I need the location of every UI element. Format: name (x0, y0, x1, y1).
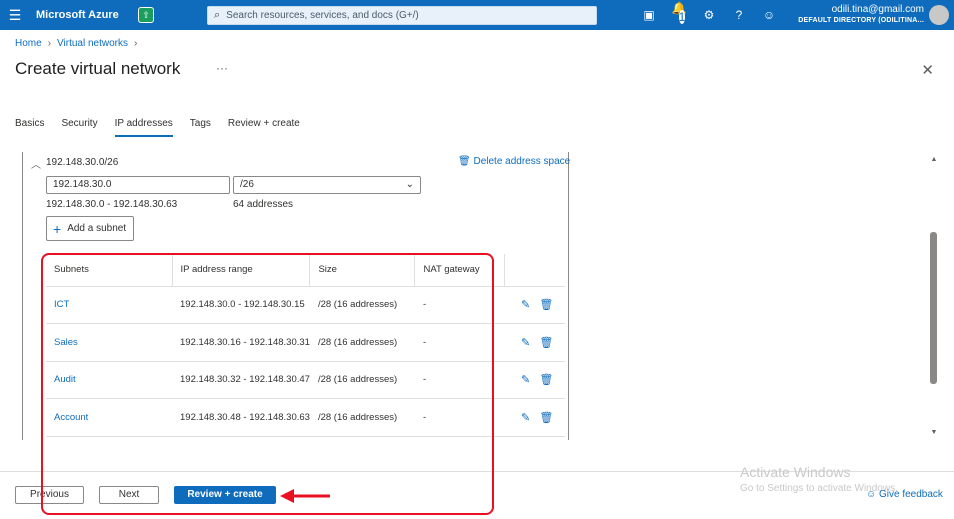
notification-badge: 1 (678, 10, 686, 24)
tab-basics[interactable]: Basics (15, 118, 44, 137)
upgrade-icon[interactable]: ⇧ (138, 7, 154, 23)
column-header-actions (504, 254, 565, 287)
plus-icon: + (53, 220, 62, 237)
page-title: Create virtual network (15, 59, 181, 78)
chevron-down-icon: ⌄ (405, 179, 414, 190)
edit-icon[interactable]: ✎ (521, 337, 530, 349)
delete-address-space-label: Delete address space (473, 156, 571, 167)
address-space-title: 192.148.30.0/26 (46, 157, 119, 168)
edit-icon[interactable]: ✎ (521, 374, 530, 386)
prefix-select[interactable]: /26 ⌄ (233, 176, 421, 194)
tab-bar: Basics Security IP addresses Tags Review… (15, 118, 317, 137)
account-menu[interactable]: odili.tina@gmail.com DEFAULT DIRECTORY (… (798, 4, 924, 26)
feedback-icon: ☺ (866, 489, 877, 500)
help-icon[interactable]: ? (730, 8, 748, 22)
search-input[interactable]: ⌕ Search resources, services, and docs (… (207, 6, 597, 25)
trash-icon[interactable]: 🗑 (539, 337, 553, 349)
address-count-text: 64 addresses (233, 199, 294, 210)
tab-tags[interactable]: Tags (190, 118, 211, 137)
feedback-icon[interactable]: ☺ (760, 8, 778, 22)
settings-icon[interactable]: ⚙ (700, 8, 718, 22)
give-feedback-label: Give feedback (879, 489, 943, 500)
annotation-highlight-box (41, 253, 494, 515)
scroll-down-icon[interactable]: ▼ (927, 429, 941, 436)
scroll-up-icon[interactable]: ▲ (927, 156, 941, 163)
notifications-icon[interactable]: 🔔1 (670, 1, 688, 29)
breadcrumb: Home › Virtual networks › (15, 38, 137, 49)
edit-icon[interactable]: ✎ (521, 299, 530, 311)
edit-icon[interactable]: ✎ (521, 412, 530, 424)
brand-label[interactable]: Microsoft Azure (36, 9, 132, 21)
trash-icon: 🗑 (458, 156, 471, 167)
trash-icon[interactable]: 🗑 (539, 412, 553, 424)
close-icon[interactable]: ✕ (921, 61, 934, 79)
cloud-shell-icon[interactable]: ▣ (640, 8, 658, 22)
account-directory: DEFAULT DIRECTORY (ODILITINA... (798, 17, 924, 24)
section-border (568, 152, 569, 440)
hamburger-icon[interactable]: ☰ (0, 0, 30, 30)
account-email: odili.tina@gmail.com (831, 4, 924, 15)
chevron-right-icon: › (134, 38, 138, 49)
breadcrumb-virtual-networks[interactable]: Virtual networks (57, 38, 128, 49)
address-input[interactable]: 192.148.30.0 (46, 176, 230, 194)
delete-address-space-link[interactable]: 🗑 Delete address space (458, 156, 570, 167)
chevron-right-icon: › (47, 38, 52, 49)
watermark-line1: Activate Windows (740, 464, 851, 480)
trash-icon[interactable]: 🗑 (539, 299, 553, 311)
trash-icon[interactable]: 🗑 (539, 374, 553, 386)
top-bar: ☰ Microsoft Azure ⇧ ⌕ Search resources, … (0, 0, 954, 30)
chevron-up-icon[interactable]: ︿ (31, 156, 41, 171)
prefix-value: /26 (240, 179, 254, 190)
add-subnet-label: Add a subnet (67, 223, 127, 234)
address-range-text: 192.148.30.0 - 192.148.30.63 (46, 199, 178, 210)
tab-security[interactable]: Security (61, 118, 97, 137)
vertical-scrollbar[interactable]: ▲ ▼ (927, 152, 941, 440)
search-placeholder: Search resources, services, and docs (G+… (226, 10, 419, 21)
annotation-arrow-icon (280, 489, 330, 503)
scrollbar-thumb[interactable] (930, 232, 937, 384)
section-border (22, 152, 23, 440)
more-options-icon[interactable]: ··· (216, 61, 228, 75)
breadcrumb-home[interactable]: Home (15, 38, 42, 49)
tab-review-create[interactable]: Review + create (228, 118, 300, 137)
avatar[interactable] (929, 5, 949, 25)
add-subnet-button[interactable]: + Add a subnet (46, 216, 134, 241)
tab-ip-addresses[interactable]: IP addresses (114, 118, 173, 137)
give-feedback-link[interactable]: ☺ Give feedback (866, 489, 943, 500)
search-icon: ⌕ (214, 9, 221, 21)
